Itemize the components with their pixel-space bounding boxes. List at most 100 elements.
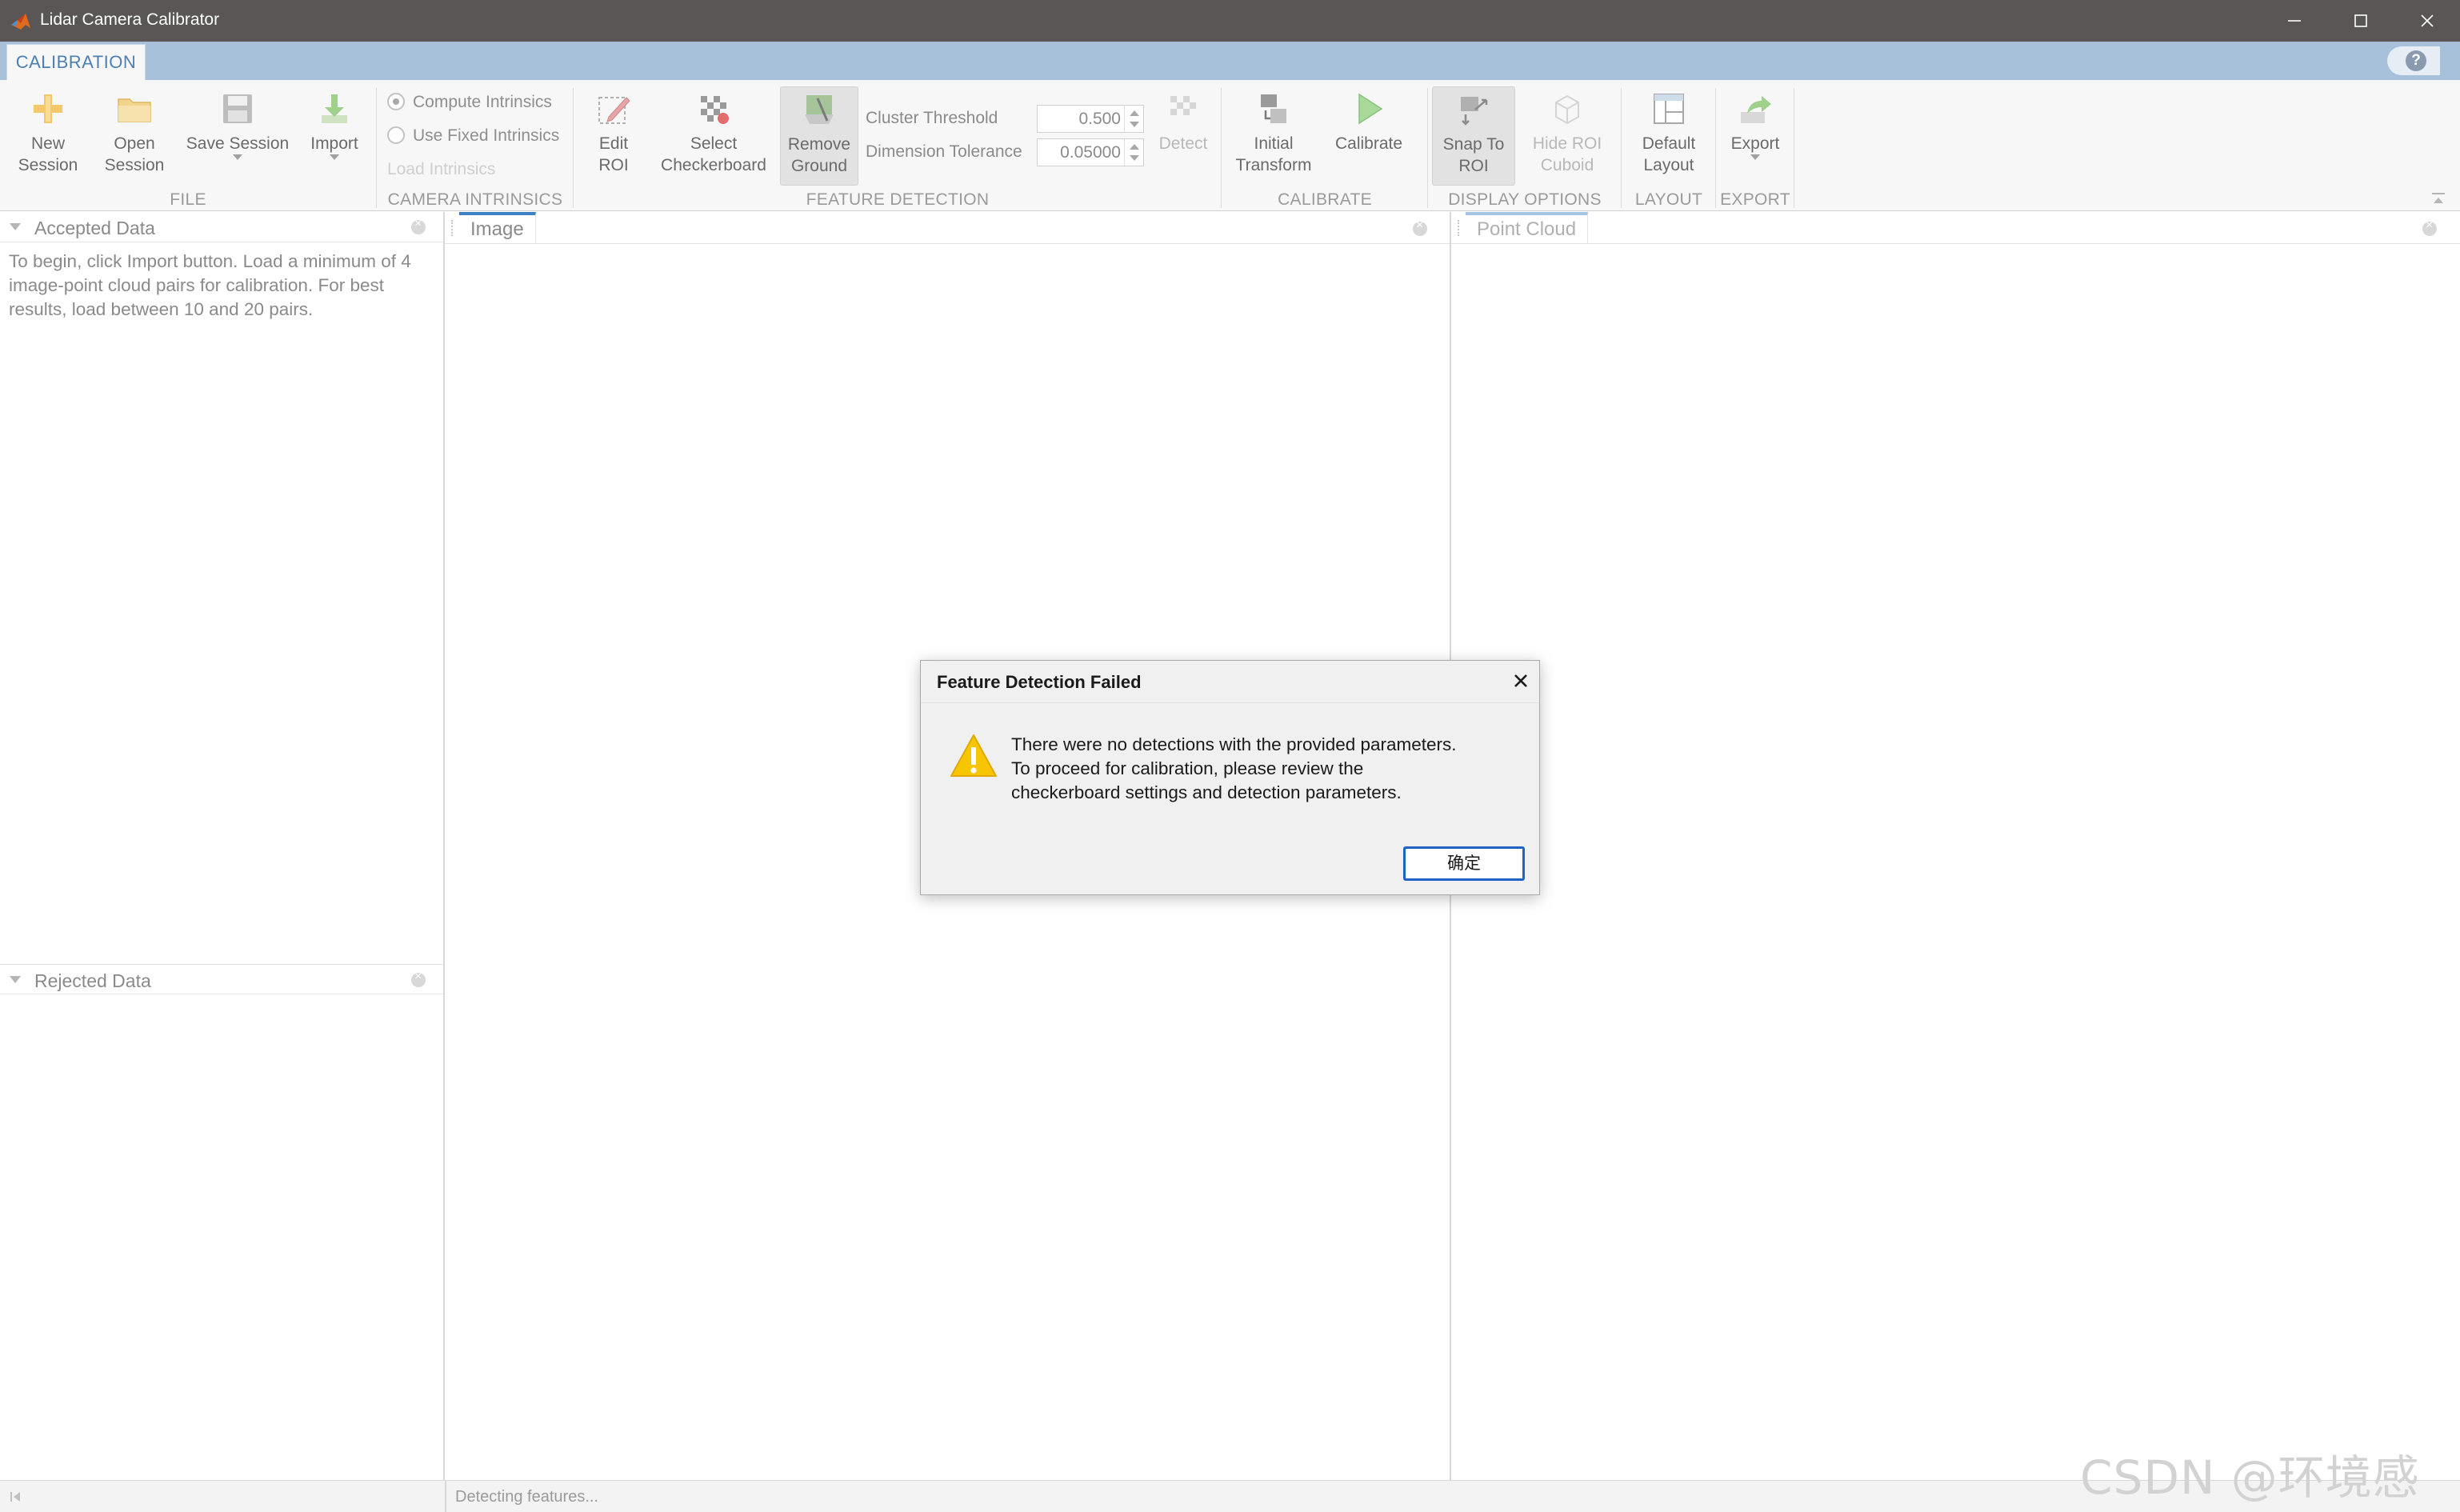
separator <box>1427 88 1428 208</box>
dialog-title-separator <box>921 702 1539 703</box>
snap-to-roi-toggle[interactable]: Snap To ROI <box>1432 86 1515 186</box>
save-session-dropdown-icon <box>233 154 242 160</box>
import-button[interactable]: Import <box>299 90 370 160</box>
import-arrow-icon <box>322 94 347 123</box>
spin-down-icon <box>1130 122 1139 127</box>
export-label: Export <box>1730 134 1780 153</box>
new-session-button[interactable]: New Session <box>11 90 85 176</box>
new-session-label-2: Session <box>18 156 78 174</box>
cluster-threshold-label: Cluster Threshold <box>866 109 998 127</box>
drag-grip-icon[interactable] <box>1458 220 1461 236</box>
import-label: Import <box>310 134 358 153</box>
help-button[interactable]: ? <box>2387 46 2440 75</box>
tab-image[interactable]: Image <box>459 212 536 244</box>
snap-to-roi-label-2: ROI <box>1458 157 1489 175</box>
radio-selected-icon <box>387 93 405 110</box>
ribbon-tabstrip <box>0 42 2460 80</box>
compute-intrinsics-radio[interactable]: Compute Intrinsics <box>387 93 552 112</box>
layout-grid-icon <box>1654 94 1684 124</box>
status-collapse-icon[interactable] <box>10 1490 22 1503</box>
accepted-data-hint: To begin, click Import button. Load a mi… <box>9 251 411 319</box>
dimension-tolerance-input[interactable] <box>1038 139 1126 166</box>
select-checkerboard-button[interactable]: Select Checkerboard <box>654 90 773 176</box>
close-document-icon[interactable] <box>2422 218 2437 236</box>
tab-calibration[interactable]: CALIBRATION <box>6 44 146 80</box>
maximize-button[interactable] <box>2328 0 2394 42</box>
separator <box>573 88 574 208</box>
window-title: Lidar Camera Calibrator <box>40 10 220 29</box>
export-dropdown-icon <box>1750 154 1760 160</box>
dialog-message-line: To proceed for calibration, please revie… <box>1011 758 1364 778</box>
cuboid-icon <box>1555 94 1579 125</box>
collapse-triangle-icon[interactable] <box>10 976 21 983</box>
edit-roi-label-1: Edit <box>598 134 629 153</box>
hide-roi-cuboid-button[interactable]: Hide ROI Cuboid <box>1522 90 1613 176</box>
default-layout-label-2: Layout <box>1643 156 1694 174</box>
cluster-threshold-spinner[interactable] <box>1037 105 1144 133</box>
save-session-button[interactable]: Save Session <box>182 90 293 160</box>
section-feature-detection-label: FEATURE DETECTION <box>806 190 990 209</box>
spin-up-icon <box>1130 144 1139 150</box>
spinner-arrows[interactable] <box>1124 106 1143 132</box>
use-fixed-intrinsics-label: Use Fixed Intrinsics <box>413 126 560 145</box>
initial-transform-button[interactable]: Initial Transform <box>1229 90 1318 176</box>
default-layout-label-1: Default <box>1642 134 1696 153</box>
tab-point-cloud[interactable]: Point Cloud <box>1466 212 1589 244</box>
section-export-label: EXPORT <box>1720 190 1790 209</box>
collapse-triangle-icon[interactable] <box>10 223 21 230</box>
warning-icon <box>950 734 997 777</box>
export-button[interactable]: Export <box>1720 90 1790 160</box>
cluster-threshold-input[interactable] <box>1038 106 1126 132</box>
close-window-button[interactable] <box>2394 0 2460 42</box>
remove-ground-label-2: Ground <box>790 157 848 175</box>
folder-icon <box>118 98 151 122</box>
accepted-data-header[interactable]: Accepted Data <box>0 212 443 242</box>
remove-ground-toggle[interactable]: Remove Ground <box>780 86 858 186</box>
snap-to-roi-label-1: Snap To <box>1442 135 1505 154</box>
checkerboard-icon <box>701 96 729 124</box>
matlab-logo-icon <box>11 14 30 30</box>
close-document-icon[interactable] <box>1413 218 1427 236</box>
close-panel-icon[interactable] <box>411 217 426 234</box>
section-calibrate-label: CALIBRATE <box>1278 190 1372 209</box>
edit-roi-button[interactable]: Edit ROI <box>579 90 648 176</box>
drag-grip-icon[interactable] <box>451 220 454 236</box>
separator <box>1621 88 1622 208</box>
spin-up-icon <box>1130 110 1139 116</box>
plus-icon <box>34 94 62 123</box>
close-panel-icon[interactable] <box>411 970 426 987</box>
minimize-icon <box>2288 20 2301 22</box>
separator <box>1221 88 1222 208</box>
watermark-text: CSDN @环境感知 <box>2080 1450 2420 1505</box>
initial-transform-label-1: Initial <box>1254 134 1294 153</box>
ok-button[interactable]: 确定 <box>1403 846 1525 881</box>
open-session-button[interactable]: Open Session <box>98 90 171 176</box>
select-checkerboard-label-2: Checkerboard <box>661 156 766 174</box>
snap-to-roi-icon <box>1461 97 1488 126</box>
rejected-data-header[interactable]: Rejected Data <box>0 964 443 994</box>
detect-label: Detect <box>1158 134 1208 153</box>
calibrate-button[interactable]: Calibrate <box>1325 90 1413 154</box>
import-dropdown-icon <box>330 154 339 160</box>
dialog-message-line: checkerboard settings and detection para… <box>1011 782 1402 802</box>
spinner-arrows[interactable] <box>1124 139 1143 166</box>
section-layout-label: LAYOUT <box>1634 190 1703 209</box>
section-camera-intrinsics-label: CAMERA INTRINSICS <box>387 190 563 209</box>
hide-roi-cuboid-label-1: Hide ROI <box>1532 134 1602 153</box>
maximize-icon <box>2354 14 2367 27</box>
initial-transform-icon <box>1261 94 1286 123</box>
dimension-tolerance-label: Dimension Tolerance <box>866 142 1022 161</box>
default-layout-button[interactable]: Default Layout <box>1627 90 1710 176</box>
compute-intrinsics-label: Compute Intrinsics <box>413 93 552 111</box>
dimension-tolerance-spinner[interactable] <box>1037 138 1144 166</box>
collapse-toolstrip-icon[interactable] <box>2429 189 2448 208</box>
edit-roi-label-2: ROI <box>598 156 629 174</box>
dialog-close-button[interactable] <box>1507 667 1534 694</box>
load-intrinsics-button[interactable]: Load Intrinsics <box>387 160 495 179</box>
open-session-label-1: Open <box>114 134 155 153</box>
hide-roi-cuboid-label-2: Cuboid <box>1540 156 1594 174</box>
use-fixed-intrinsics-radio[interactable]: Use Fixed Intrinsics <box>387 126 559 146</box>
detect-button[interactable]: Detect <box>1154 90 1213 154</box>
save-session-label: Save Session <box>186 134 290 153</box>
minimize-button[interactable] <box>2262 0 2327 42</box>
